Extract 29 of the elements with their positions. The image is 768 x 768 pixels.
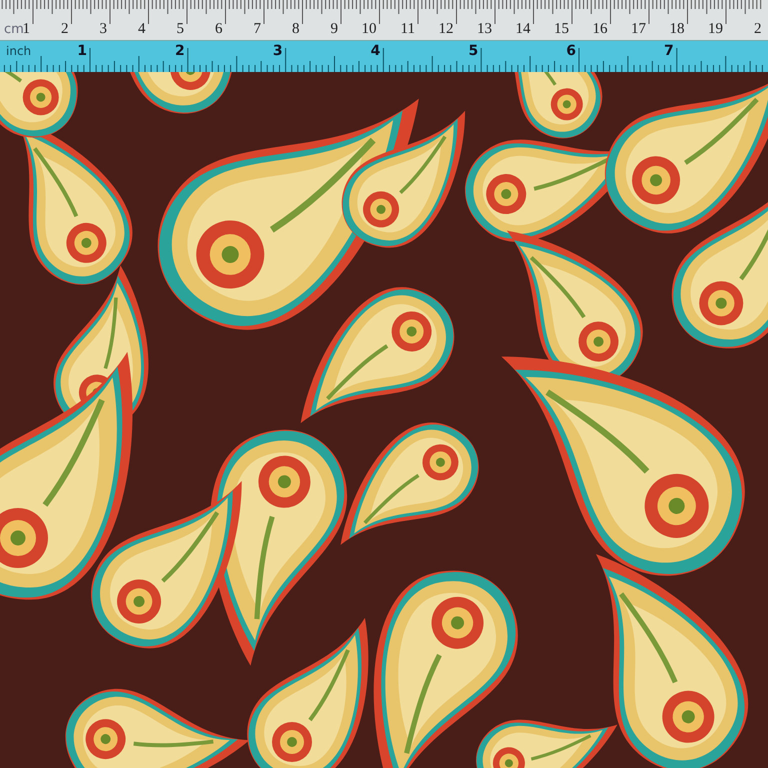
cm-scale-number: 3 bbox=[100, 21, 107, 37]
cm-scale-number: 16 bbox=[592, 21, 608, 37]
cm-scale-number: 12 bbox=[438, 21, 454, 37]
cm-scale-number: 14 bbox=[516, 21, 530, 37]
inch-scale-number: 3 bbox=[272, 43, 283, 59]
cm-scale-number: 18 bbox=[670, 21, 684, 37]
inch-unit-label: inch bbox=[6, 44, 32, 58]
inch-scale-number: 4 bbox=[370, 43, 380, 59]
inch-scale-number: 2 bbox=[175, 43, 185, 59]
cm-scale-number: 5 bbox=[176, 21, 184, 37]
cm-scale-number: 11 bbox=[400, 21, 415, 37]
cm-unit-label: cm bbox=[4, 22, 24, 37]
cm-scale-number: 7 bbox=[254, 21, 261, 37]
cm-scale-number: 1 bbox=[22, 21, 30, 37]
cm-scale-number: 10 bbox=[362, 21, 376, 37]
cm-scale-number: 17 bbox=[631, 21, 646, 37]
cm-scale-number: 15 bbox=[554, 21, 569, 37]
cm-scale-number: 8 bbox=[292, 21, 300, 37]
inch-scale-number: 7 bbox=[664, 43, 674, 59]
cm-scale-number: 13 bbox=[477, 21, 492, 37]
cm-scale-number: 2 bbox=[61, 21, 68, 37]
cm-scale-number: 6 bbox=[215, 21, 222, 37]
cm-scale-number: 4 bbox=[138, 21, 146, 37]
cm-scale-number: 9 bbox=[330, 21, 338, 37]
cm-scale-number: 2 bbox=[754, 21, 762, 37]
inch-scale-number: 6 bbox=[566, 43, 576, 59]
inch-scale-number: 1 bbox=[77, 43, 87, 59]
inch-scale-number: 5 bbox=[468, 43, 478, 59]
cm-scale-number: 19 bbox=[708, 21, 723, 37]
